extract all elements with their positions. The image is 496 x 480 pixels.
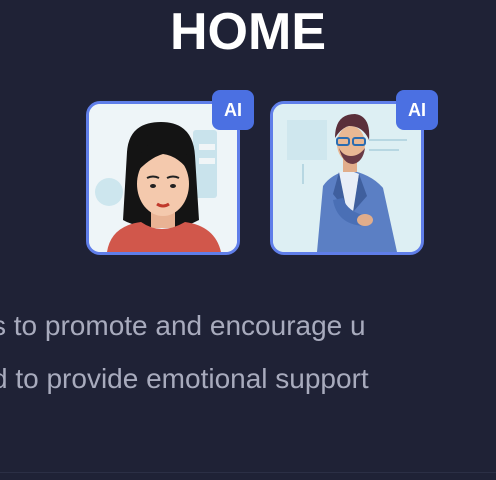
page-title: HOME <box>170 3 326 61</box>
divider <box>0 472 496 473</box>
ai-badge: AI <box>212 90 254 130</box>
ai-badge: AI <box>396 90 438 130</box>
description-line: s to promote and encourage u <box>0 310 366 341</box>
description-line: d to provide emotional support <box>0 363 369 394</box>
